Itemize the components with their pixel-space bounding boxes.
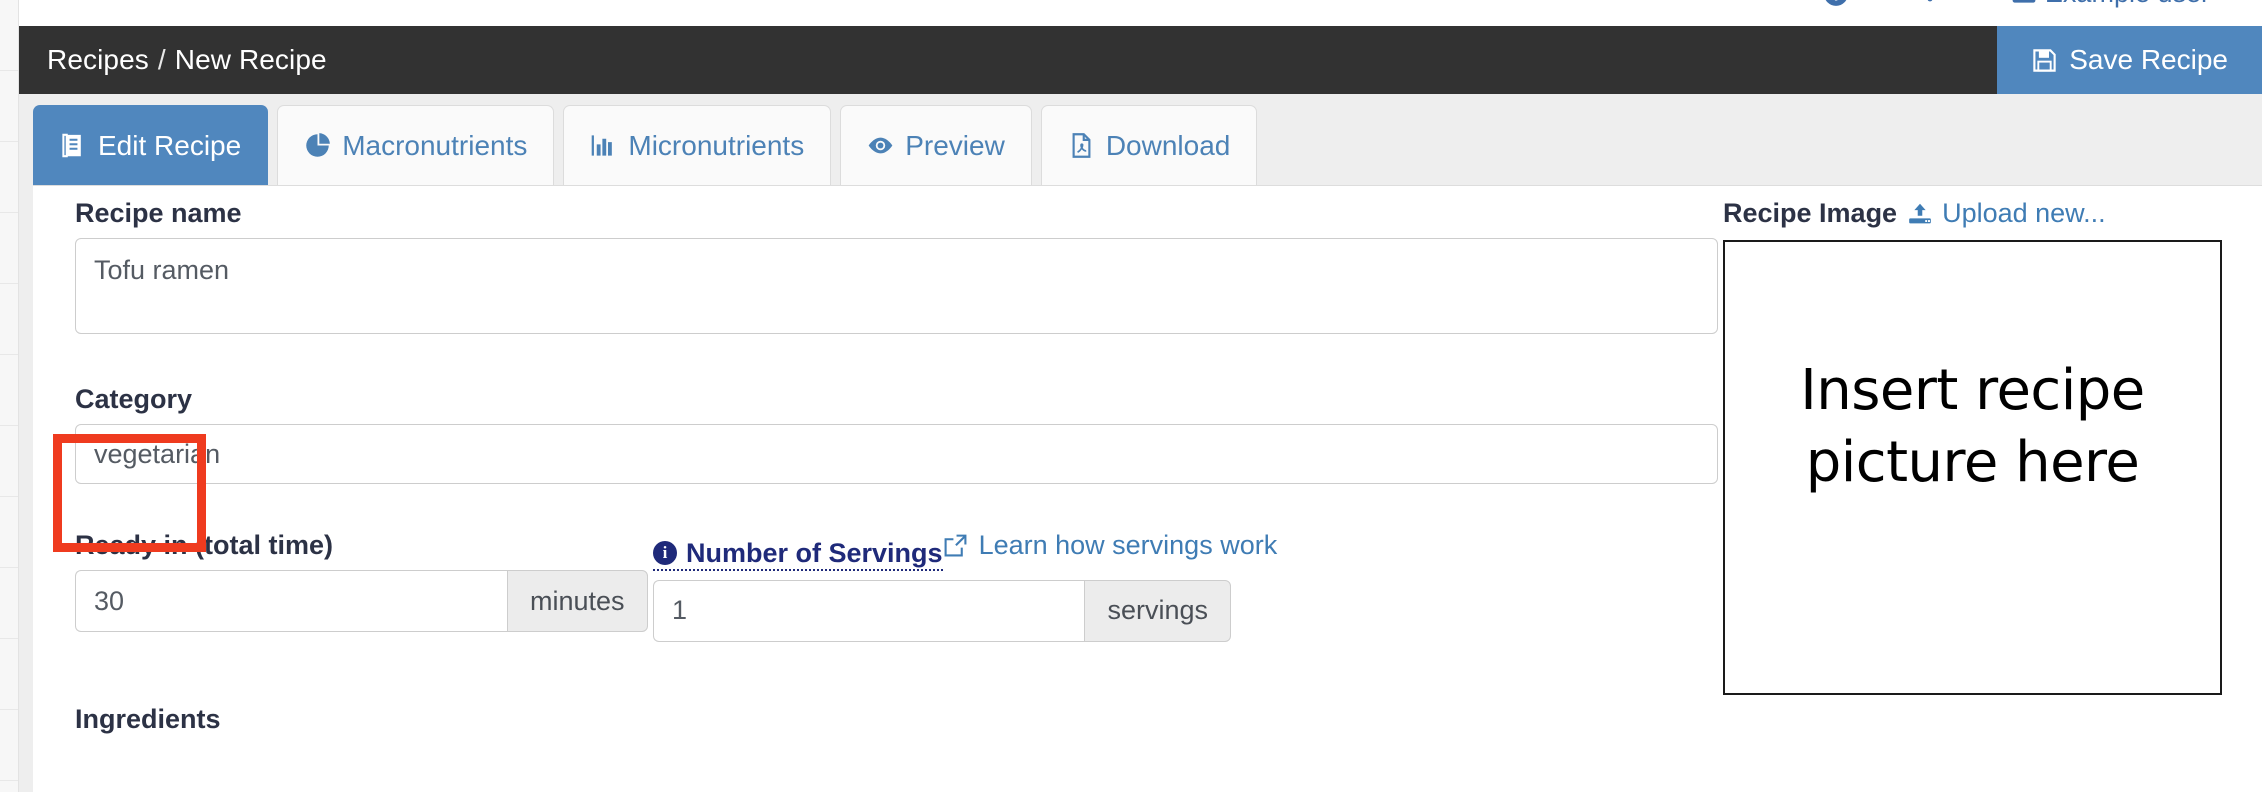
tab-download[interactable]: Download	[1040, 105, 1258, 185]
placeholder-line-1: Insert recipe	[1800, 358, 2145, 423]
info-circle-icon	[1823, 0, 1849, 7]
breadcrumb-current: New Recipe	[174, 44, 327, 75]
notebook-icon	[60, 132, 87, 159]
sidebar-rail-item[interactable]	[0, 213, 18, 284]
pie-chart-icon	[304, 132, 331, 159]
notifications-menu[interactable]	[1917, 0, 1967, 7]
sidebar-rail-item[interactable]	[0, 639, 18, 710]
placeholder-line-2: picture here	[1805, 429, 2140, 495]
sidebar-rail-item[interactable]	[0, 284, 18, 355]
learn-how-servings-work-link[interactable]: Learn how servings work	[943, 530, 1278, 561]
ready-in-unit-addon: minutes	[507, 570, 648, 632]
ingredients-label: Ingredients	[75, 704, 221, 734]
edit-recipe-panel: Recipe name Category Ready in (total tim…	[33, 186, 2262, 792]
recipe-image-panel: Recipe Image Upload new... Insert recipe…	[1723, 186, 2223, 695]
ready-in-input[interactable]	[75, 570, 507, 632]
bar-chart-icon	[590, 132, 617, 159]
sidebar-rail-item[interactable]	[0, 0, 18, 71]
tab-download-label: Download	[1105, 129, 1231, 161]
page-header-bar: Recipes / New Recipe Save Recipe	[19, 26, 2262, 94]
recipe-image-placeholder[interactable]: Insert recipe picture here	[1723, 240, 2222, 695]
category-input[interactable]	[75, 424, 1718, 484]
servings-input-group: servings	[653, 579, 1231, 642]
number-of-servings-help-label[interactable]: i Number of Servings	[653, 538, 943, 571]
tab-preview[interactable]: Preview	[840, 105, 1032, 185]
tab-micronutrients-label: Micronutrients	[628, 129, 805, 161]
tab-micronutrients[interactable]: Micronutrients	[563, 105, 832, 185]
external-link-icon	[943, 533, 968, 558]
tab-preview-label: Preview	[905, 129, 1005, 161]
sidebar-rail-item[interactable]	[0, 497, 18, 568]
sidebar-rail-item[interactable]	[0, 710, 18, 781]
info-circle-icon: i	[653, 541, 677, 565]
user-menu-label: Example user	[2045, 0, 2210, 9]
sidebar-rail-item[interactable]	[0, 142, 18, 213]
tab-edit-recipe-label: Edit Recipe	[98, 129, 242, 161]
tab-macronutrients-label: Macronutrients	[342, 129, 528, 161]
recipe-image-placeholder-text: Insert recipe picture here	[1725, 355, 2220, 498]
recipe-name-input[interactable]	[75, 238, 1718, 334]
ready-in-input-group: minutes	[75, 570, 653, 632]
ready-in-label: Ready in (total time)	[75, 530, 334, 560]
breadcrumb-root[interactable]: Recipes	[47, 44, 149, 75]
category-label: Category	[75, 384, 193, 414]
sidebar-rail-item[interactable]	[0, 355, 18, 426]
recipe-image-header: Recipe Image Upload new...	[1723, 198, 2223, 229]
top-utility-bar: Example user	[0, 0, 2262, 26]
ingredients-section: Ingredients	[75, 704, 221, 744]
upload-icon	[1907, 201, 1933, 227]
servings-field-group: i Number of Servings Learn how servings …	[653, 530, 1277, 642]
pdf-file-icon	[1068, 132, 1095, 159]
sidebar-rail-item[interactable]	[0, 568, 18, 639]
tab-macronutrients[interactable]: Macronutrients	[277, 105, 555, 185]
save-recipe-label: Save Recipe	[2069, 44, 2228, 75]
top-utility-items: Example user	[1823, 0, 2234, 9]
eye-icon	[867, 132, 894, 159]
sidebar-rail-item[interactable]	[0, 71, 18, 142]
recipe-image-title: Recipe Image	[1723, 198, 1898, 228]
number-of-servings-text: Number of Servings	[686, 537, 943, 568]
tab-edit-recipe[interactable]: Edit Recipe	[33, 105, 269, 185]
floppy-disk-icon	[2031, 47, 2058, 74]
upload-new-image-label: Upload new...	[1942, 198, 2106, 228]
sidebar-rail-item[interactable]	[0, 426, 18, 497]
category-field-group: Category	[75, 384, 1718, 484]
user-id-icon	[2011, 0, 2037, 7]
page-left-gutter	[19, 26, 33, 792]
recipe-name-field-group: Recipe name	[75, 198, 1718, 339]
help-info-menu[interactable]	[1823, 0, 1873, 7]
ready-in-field-group: Ready in (total time) minutes	[75, 530, 653, 632]
save-recipe-button[interactable]: Save Recipe	[1997, 26, 2262, 94]
collapsed-sidebar-rail[interactable]	[0, 0, 19, 792]
user-menu[interactable]: Example user	[2011, 0, 2234, 9]
time-and-servings-row: Ready in (total time) minutes i Number o…	[75, 530, 1277, 642]
breadcrumb: Recipes / New Recipe	[47, 44, 327, 76]
bell-icon	[1917, 0, 1943, 7]
servings-header: i Number of Servings Learn how servings …	[653, 530, 1277, 571]
servings-input[interactable]	[653, 579, 1085, 642]
recipe-name-label: Recipe name	[75, 198, 242, 228]
upload-new-image-link[interactable]: Upload new...	[1907, 198, 2106, 229]
learn-how-servings-work-label: Learn how servings work	[978, 530, 1278, 560]
breadcrumb-separator: /	[157, 44, 166, 75]
servings-unit-addon: servings	[1084, 579, 1231, 642]
recipe-tabs: Edit Recipe Macronutrients Micronutrient…	[33, 94, 2262, 186]
